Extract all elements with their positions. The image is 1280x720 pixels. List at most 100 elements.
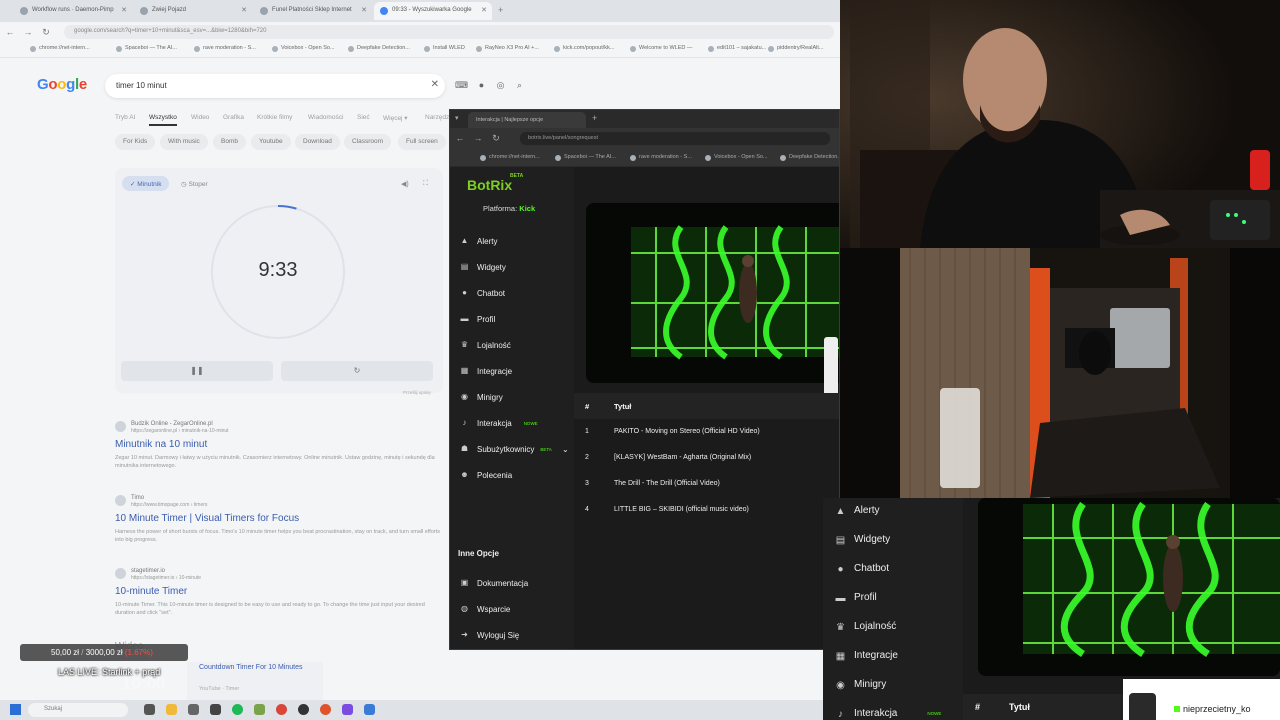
- filter-chip[interactable]: Download: [295, 134, 340, 150]
- nav-item-logout[interactable]: ➜ Wyloguj Się: [450, 624, 574, 646]
- result-title[interactable]: 10-minute Timer: [115, 586, 445, 597]
- keyboard-icon[interactable]: ⌨: [455, 80, 468, 91]
- back-icon[interactable]: ←: [4, 26, 16, 38]
- platform-indicator[interactable]: Platforma: Kick: [483, 204, 535, 213]
- nav-item-gamepad[interactable]: ◉ Minigry: [450, 386, 574, 408]
- result-title[interactable]: Minutnik na 10 minut: [115, 439, 445, 450]
- stoper-toggle[interactable]: ◷ Stoper: [173, 176, 216, 191]
- bookmark-item[interactable]: Voicebox - Open So...: [705, 154, 768, 161]
- app-icon[interactable]: [342, 704, 353, 715]
- nav-item-support[interactable]: ◍ Wsparcie: [450, 598, 574, 620]
- close-icon[interactable]: ✕: [481, 6, 487, 14]
- bookmark-item[interactable]: edit101 – sajakatu...: [708, 45, 766, 52]
- google-tab[interactable]: Tryb AI: [115, 114, 135, 121]
- forward-icon[interactable]: →: [472, 132, 484, 144]
- mute-icon[interactable]: ◀): [401, 180, 409, 188]
- nav-item-document[interactable]: ▣ Dokumentacja: [450, 572, 574, 594]
- bookmark-item[interactable]: RayNeo X3 Pro AI +...: [476, 45, 539, 52]
- nav-item-warning[interactable]: ▲ Alerty: [450, 230, 574, 252]
- google-tab[interactable]: Krótkie filmy: [257, 114, 292, 121]
- back-icon[interactable]: ←: [454, 132, 466, 144]
- google-logo[interactable]: Google: [37, 76, 87, 93]
- filter-chip[interactable]: Full screen: [398, 134, 446, 150]
- video-result[interactable]: Countdown Timer For 10 Minutes YouTube ·…: [187, 662, 323, 700]
- app-icon[interactable]: [210, 704, 221, 715]
- bookmark-item[interactable]: Spaceboi — The AI...: [116, 45, 177, 52]
- feedback-link[interactable]: Prześlij opinię: [403, 390, 431, 395]
- bookmark-item[interactable]: Deepfake Detection...: [780, 154, 839, 161]
- video-player[interactable]: [586, 203, 839, 383]
- tab-menu-icon[interactable]: ▾: [455, 114, 459, 122]
- fullscreen-icon[interactable]: ⛶: [423, 180, 428, 188]
- app-icon[interactable]: [254, 704, 265, 715]
- queue-row[interactable]: 2 [KLASYK] WestBam - Agharta (Original Mi…: [574, 445, 839, 471]
- google-tab[interactable]: Sieć: [357, 114, 370, 121]
- file-explorer-icon[interactable]: [166, 704, 177, 715]
- lens-icon[interactable]: ◎: [495, 80, 506, 91]
- start-icon[interactable]: [10, 704, 21, 715]
- chrome-icon[interactable]: [276, 704, 287, 715]
- nav-item-referral[interactable]: ☻ Polecenia: [450, 464, 574, 486]
- botrix-address-input[interactable]: botrix.live/panel/songrequest: [520, 132, 830, 145]
- chevron-down-icon[interactable]: ⌄: [560, 445, 569, 454]
- result-title[interactable]: 10 Minute Timer | Visual Timers for Focu…: [115, 513, 445, 524]
- filter-chip[interactable]: Youtube: [251, 134, 291, 150]
- reload-icon[interactable]: ↻: [40, 26, 52, 38]
- address-input[interactable]: google.com/search?q=timer+10+minut&sca_e…: [64, 25, 834, 39]
- browser-tab-active[interactable]: 09:33 - Wyszukiwarka Google ✕: [374, 2, 492, 20]
- microphone-icon[interactable]: ●: [476, 80, 487, 91]
- new-tab-button[interactable]: +: [498, 5, 503, 15]
- google-tab[interactable]: Grafika: [223, 114, 244, 121]
- browser-tab[interactable]: Workflow runs · Daemon-Pimp ✕: [14, 2, 132, 20]
- video-title[interactable]: Countdown Timer For 10 Minutes: [199, 664, 303, 671]
- nav-item-chat[interactable]: ● Chatbot: [450, 282, 574, 304]
- botrix-logo[interactable]: BotRix: [467, 177, 512, 193]
- google-tab[interactable]: Wszystko: [149, 114, 177, 126]
- bookmark-item[interactable]: Spaceboi — The AI...: [555, 154, 616, 161]
- bookmark-item[interactable]: kick.com/popout/kk...: [554, 45, 614, 52]
- reset-button[interactable]: ↻: [281, 361, 433, 381]
- minutnik-toggle[interactable]: ✓ Minutnik: [122, 176, 170, 191]
- filter-chip[interactable]: With music: [160, 134, 208, 150]
- task-view-icon[interactable]: [144, 704, 155, 715]
- queue-row[interactable]: 3 The Drill - The Drill (Official Video): [574, 471, 839, 497]
- obs-icon[interactable]: [298, 704, 309, 715]
- bookmark-item[interactable]: rave moderation - S...: [194, 45, 256, 52]
- filter-chip[interactable]: For Kids: [115, 134, 156, 150]
- filter-chip[interactable]: Classroom: [344, 134, 392, 150]
- nav-item-profile[interactable]: ▬ Profil: [450, 308, 574, 330]
- pause-button[interactable]: ❚❚: [121, 361, 273, 381]
- bookmark-item[interactable]: rave moderation - S...: [630, 154, 692, 161]
- filter-chip[interactable]: Bomb: [213, 134, 246, 150]
- google-tab[interactable]: Wiadomości: [308, 114, 343, 121]
- queue-row[interactable]: 1 PAKITO - Moving on Stereo (Official HD …: [574, 419, 839, 445]
- bookmark-item[interactable]: Welcome to WLED —: [630, 45, 692, 52]
- nav-item-trophy[interactable]: ♛ Lojalność: [450, 334, 574, 356]
- close-icon[interactable]: ✕: [361, 6, 367, 14]
- close-icon[interactable]: ✕: [241, 6, 247, 14]
- search-input[interactable]: timer 10 minut ✕: [105, 74, 445, 98]
- browser-icon[interactable]: [320, 704, 331, 715]
- browser-tab[interactable]: Zwiej Pojazd ✕: [134, 2, 252, 20]
- bookmark-item[interactable]: piddentry/RealAlt...: [768, 45, 823, 52]
- nav-item-integration[interactable]: ▦ Integracje: [450, 360, 574, 382]
- taskbar-search[interactable]: Szukaj: [28, 703, 128, 717]
- google-tab[interactable]: Wideo: [191, 114, 209, 121]
- queue-row[interactable]: 4 LITTLE BIG – SKIBIDI (official music vi…: [574, 497, 839, 523]
- search-icon[interactable]: ⌕: [514, 80, 525, 91]
- close-icon[interactable]: ✕: [121, 6, 127, 14]
- google-tab[interactable]: Więcej ▾: [383, 114, 408, 122]
- bookmark-item[interactable]: Deepfake Detection...: [348, 45, 410, 52]
- app-icon[interactable]: [364, 704, 375, 715]
- bookmark-item[interactable]: Install WLED: [424, 45, 465, 52]
- reload-icon[interactable]: ↻: [490, 132, 502, 144]
- browser-tab[interactable]: Funel Platności Sklep Internet ✕: [254, 2, 372, 20]
- forward-icon[interactable]: →: [22, 26, 34, 38]
- bookmark-item[interactable]: chrome://net-intern...: [30, 45, 90, 52]
- nav-item-users[interactable]: ☗ Subużytkownicy BETA ⌄: [450, 438, 574, 460]
- nav-item-music[interactable]: ♪ Interakcja NOWE: [450, 412, 574, 434]
- bookmark-item[interactable]: chrome://net-intern...: [480, 154, 540, 161]
- app-icon[interactable]: [188, 704, 199, 715]
- new-tab-button[interactable]: +: [592, 113, 597, 123]
- clear-icon[interactable]: ✕: [431, 79, 439, 90]
